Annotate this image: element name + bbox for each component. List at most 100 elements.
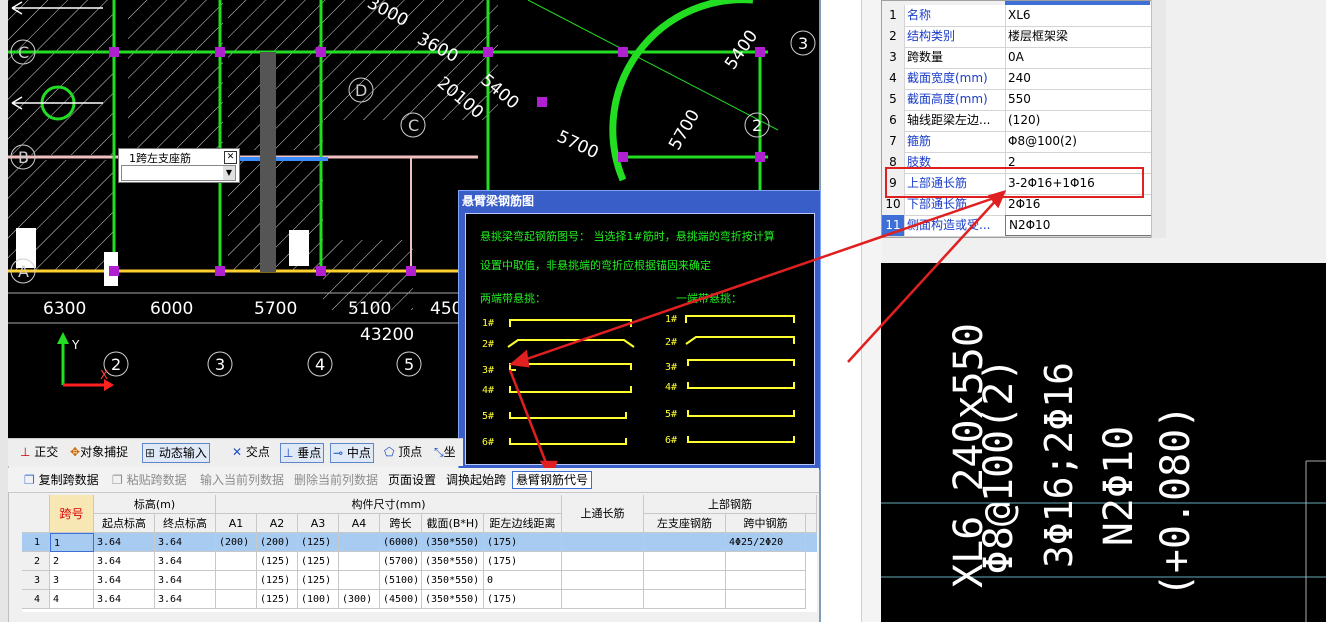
table-cell-sec[interactable]: (350*550) xyxy=(422,571,484,590)
table-cell-sec[interactable]: (350*550) xyxy=(422,533,484,552)
table-cell-edge[interactable]: (175) xyxy=(484,590,562,609)
property-row[interactable]: 2 结构类别 楼层框架梁 xyxy=(882,26,1151,48)
table-cell-a1[interactable] xyxy=(216,571,257,590)
input-column-button[interactable]: 输入当前列数据 xyxy=(200,472,284,488)
property-row[interactable]: 5 截面高度(mm) 550 xyxy=(882,89,1151,111)
table-cell-sec[interactable]: (350*550) xyxy=(422,590,484,609)
table-cell-a2[interactable]: (125) xyxy=(257,590,298,609)
chevron-down-icon[interactable]: ▼ xyxy=(223,166,235,180)
midpoint-icon: ⊸ xyxy=(333,446,344,460)
table-cell-left[interactable] xyxy=(644,533,726,552)
property-value[interactable]: 550 xyxy=(1005,89,1150,110)
table-cell-a4[interactable] xyxy=(339,533,380,552)
table-cell-mid[interactable]: 4Φ25/2Φ20 xyxy=(726,533,806,552)
table-cell-a3[interactable]: (125) xyxy=(298,533,339,552)
table-cell-left[interactable] xyxy=(644,571,726,590)
dynamic-input-toggle[interactable]: ⊞ 动态输入 xyxy=(142,443,210,463)
table-cell-start[interactable]: 3.64 xyxy=(94,533,155,552)
table-cell-span[interactable]: 3 xyxy=(50,571,94,590)
popup-close-icon[interactable]: ✕ xyxy=(224,151,237,164)
table-cell-edge[interactable]: (175) xyxy=(484,533,562,552)
table-cell-end[interactable]: 3.64 xyxy=(155,533,216,552)
table-cell-a2[interactable]: (125) xyxy=(257,552,298,571)
coordinate-snap[interactable]: ⤡坐 xyxy=(432,443,458,461)
property-scrollbar[interactable] xyxy=(1151,0,1166,238)
delete-column-button[interactable]: 删除当前列数据 xyxy=(294,472,378,488)
table-cell-edge[interactable]: 0 xyxy=(484,571,562,590)
property-row[interactable]: 1 名称 XL6 xyxy=(882,5,1151,27)
property-value[interactable]: (120) xyxy=(1005,110,1150,131)
rebar-input-popup[interactable]: 1跨左支座筋 ✕ ▼ xyxy=(118,148,240,183)
table-cell-through[interactable] xyxy=(562,533,644,552)
axis-bubble-label: 2 xyxy=(111,355,122,374)
table-cell-span[interactable]: 4 xyxy=(50,590,94,609)
property-name: 侧面构造或受... xyxy=(905,215,1006,236)
table-cell-a4[interactable]: (300) xyxy=(339,590,380,609)
swap-start-button[interactable]: 调换起始跨 xyxy=(446,472,506,488)
vertex-snap[interactable]: ⬠ 顶点 xyxy=(382,443,424,461)
table-cell-mid[interactable] xyxy=(726,552,806,571)
table-cell-through[interactable] xyxy=(562,552,644,571)
ortho-toggle[interactable]: ⊥ 正交 xyxy=(18,443,60,461)
table-cell-a1[interactable] xyxy=(216,552,257,571)
property-value[interactable]: 0A xyxy=(1005,47,1150,68)
table-cell-len[interactable]: (5100) xyxy=(380,571,422,590)
table-cell-a2[interactable]: (200) xyxy=(257,533,298,552)
table-cell-end[interactable]: 3.64 xyxy=(155,590,216,609)
perp-label: 垂点 xyxy=(297,446,322,460)
table-cell-mid[interactable] xyxy=(726,571,806,590)
cantilever-code-button[interactable]: 悬臂钢筋代号 xyxy=(512,471,593,489)
property-row[interactable]: 4 截面宽度(mm) 240 xyxy=(882,68,1151,90)
table-cell-a1[interactable] xyxy=(216,590,257,609)
intersect-snap[interactable]: ✕ 交点 xyxy=(230,443,272,461)
table-cell-a1[interactable]: (200) xyxy=(216,533,257,552)
table-cell-a2[interactable]: (125) xyxy=(257,571,298,590)
midpoint-snap[interactable]: ⊸ 中点 xyxy=(330,443,374,463)
property-value[interactable]: 240 xyxy=(1005,68,1150,89)
property-value[interactable]: 楼层框架梁 xyxy=(1005,26,1150,47)
table-cell-sec[interactable]: (350*550) xyxy=(422,552,484,571)
property-row-selected[interactable]: 11 侧面构造或受... N2Φ10 xyxy=(882,215,1152,237)
table-cell-len[interactable]: (5700) xyxy=(380,552,422,571)
property-row[interactable]: 3 跨数量 0A xyxy=(882,47,1151,69)
table-cell-a4[interactable] xyxy=(339,552,380,571)
perpendicular-snap[interactable]: ⊥ 垂点 xyxy=(280,443,325,463)
table-cell-span[interactable]: 1 xyxy=(50,533,94,552)
table-row[interactable]: 4 4 3.64 3.64 (125) (100) (300) (4500) (350*550)… xyxy=(22,590,817,609)
property-value-editor[interactable]: N2Φ10 xyxy=(1005,215,1152,236)
dialog-body: 悬挑梁弯起钢筋图号： 当选择1#筋时，悬挑端的弯折按计算 设置中取值，非悬挑端的… xyxy=(465,213,815,465)
table-cell-through[interactable] xyxy=(562,571,644,590)
page-setup-button[interactable]: 页面设置 xyxy=(388,472,436,488)
property-grid[interactable]: 1 名称 XL6 2 结构类别 楼层框架梁 3 跨数量 0A 4 截面宽度(mm) 240 5截… xyxy=(881,0,1152,238)
snap-label: 对象捕捉 xyxy=(80,445,129,459)
table-cell-a3[interactable]: (125) xyxy=(298,552,339,571)
popup-combo[interactable]: ▼ xyxy=(121,165,236,181)
table-cell-start[interactable]: 3.64 xyxy=(94,552,155,571)
table-cell-end[interactable]: 3.64 xyxy=(155,571,216,590)
paste-span-button[interactable]: ❐ 粘贴跨数据 xyxy=(112,472,187,488)
object-snap-toggle[interactable]: ✥对象捕捉 xyxy=(68,443,130,461)
table-cell-left[interactable] xyxy=(644,552,726,571)
property-row[interactable]: 7 箍筋 Φ8@100(2) xyxy=(882,131,1151,153)
property-value[interactable]: XL6 xyxy=(1005,5,1150,26)
property-value[interactable]: Φ8@100(2) xyxy=(1005,131,1150,152)
table-cell-a3[interactable]: (125) xyxy=(298,571,339,590)
table-row[interactable]: 2 2 3.64 3.64 (125) (125) (5700) (350*550) (175) xyxy=(22,552,817,571)
cantilever-rebar-dialog[interactable]: 悬臂梁钢筋图 悬挑梁弯起钢筋图号： 当选择1#筋时，悬挑端的弯折按计算 设置中取… xyxy=(458,190,821,471)
table-cell-start[interactable]: 3.64 xyxy=(94,571,155,590)
table-cell-end[interactable]: 3.64 xyxy=(155,552,216,571)
table-cell-span[interactable]: 2 xyxy=(50,552,94,571)
copy-span-button[interactable]: ❐ 复制跨数据 xyxy=(24,472,99,488)
table-cell-a3[interactable]: (100) xyxy=(298,590,339,609)
table-cell-a4[interactable] xyxy=(339,571,380,590)
table-row[interactable]: 3 3 3.64 3.64 (125) (125) (5100) (350*550) 0 xyxy=(22,571,817,590)
table-cell-left[interactable] xyxy=(644,590,726,609)
property-row[interactable]: 6 轴线距梁左边... (120) xyxy=(882,110,1151,132)
table-cell-through[interactable] xyxy=(562,590,644,609)
table-row[interactable]: 1 1 3.64 3.64 (200) (200) (125) (6000) (350*550)… xyxy=(22,533,817,552)
table-cell-len[interactable]: (4500) xyxy=(380,590,422,609)
table-cell-start[interactable]: 3.64 xyxy=(94,590,155,609)
table-cell-mid[interactable] xyxy=(726,590,806,609)
table-cell-edge[interactable]: (175) xyxy=(484,552,562,571)
table-cell-len[interactable]: (6000) xyxy=(380,533,422,552)
